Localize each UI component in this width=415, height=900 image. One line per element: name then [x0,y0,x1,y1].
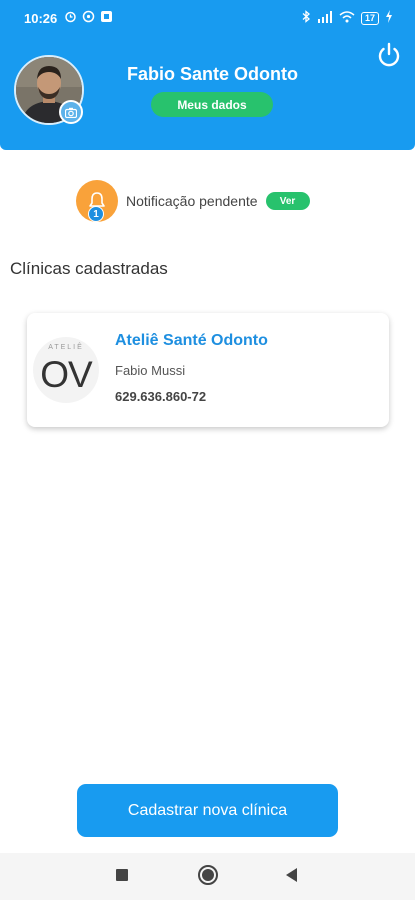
back-icon[interactable] [286,868,297,882]
camera-icon [65,107,77,118]
battery-icon: 17 [360,11,379,25]
clinic-document: 629.636.860-72 [115,389,207,404]
clinic-person: Fabio Mussi [115,363,186,378]
avatar-container[interactable] [14,55,84,125]
alarm-icon [64,10,77,26]
power-icon [378,42,400,67]
whatsapp-icon [82,10,95,26]
view-notification-button[interactable]: Ver [265,192,310,210]
recent-apps-icon[interactable] [116,869,128,881]
home-icon[interactable] [198,865,218,885]
power-button[interactable] [374,40,404,70]
clinic-logo-big-text: OV [40,354,92,395]
user-name: Fabio Sante Odonto [127,64,298,84]
notification-count-badge: 1 [88,206,104,222]
section-title: Clínicas cadastradas [10,259,168,278]
add-clinic-button[interactable]: Cadastrar nova clínica [77,784,338,837]
change-photo-button[interactable] [59,100,83,124]
clinic-logo: ATELIÊ OV [33,337,99,403]
wifi-icon [339,10,355,26]
notification-row: 1 Notificação pendente Ver [76,180,310,222]
notification-text: Notificação pendente [126,193,258,209]
my-data-button[interactable]: Meus dados [151,92,273,117]
system-nav-bar [0,853,415,900]
bluetooth-icon [302,10,311,26]
clinic-logo-small-text: ATELIÊ [48,344,84,351]
app-icon [100,10,113,26]
charging-icon [385,10,393,26]
status-time: 10:26 [24,11,58,26]
status-bar: 10:26 17 [0,0,415,36]
clinic-name: Ateliê Santé Odonto [115,332,268,349]
clinic-card[interactable]: ATELIÊ OV Ateliê Santé Odonto Fabio Muss… [27,313,389,427]
notification-bell[interactable]: 1 [76,180,118,222]
signal-icon [317,10,333,26]
profile-header: 10:26 17 Fabio Sante Odonto Meus dados [0,0,415,150]
